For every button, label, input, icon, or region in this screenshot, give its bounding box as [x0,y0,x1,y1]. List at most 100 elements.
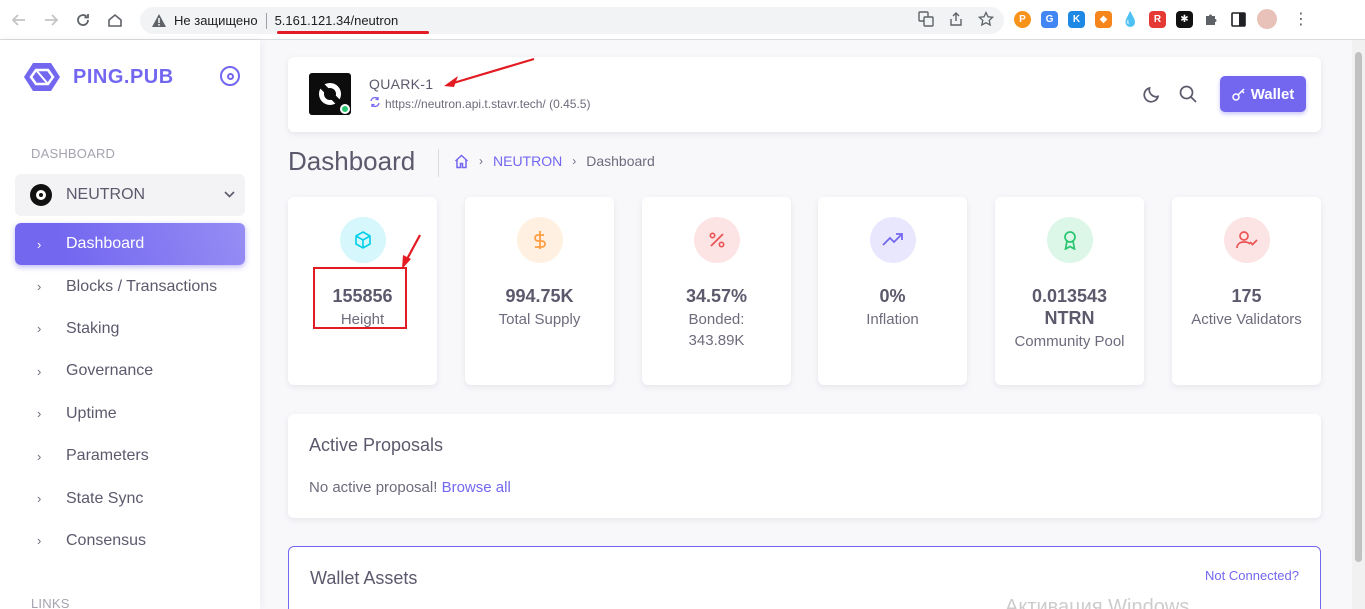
side-panel-icon[interactable] [1230,11,1247,28]
extension-k-icon[interactable]: K [1068,10,1085,28]
sidebar-menu: › Dashboard › Blocks / Transactions › St… [15,223,245,562]
stat-card-bonded: 34.57% Bonded: 343.89K [642,197,791,385]
breadcrumb-current: Dashboard [586,153,655,169]
security-label[interactable]: Не защищено [174,13,258,28]
scrollbar-thumb[interactable] [1355,52,1362,562]
brand[interactable]: PING.PUB [24,62,174,92]
chevron-right-icon: › [37,533,42,549]
sidebar-item-uptime[interactable]: › Uptime [15,393,245,435]
address-bar[interactable]: Не защищено 5.161.121.34/neutron [140,7,1004,34]
chevron-right-icon: › [37,279,42,295]
omnibox-divider [265,12,267,29]
cube-icon [339,217,386,263]
endpoint-text: https://neutron.api.t.stavr.tech/ (0.45.… [385,96,591,111]
stat-label: Community Pool [1014,333,1125,350]
sidebar-toggle-icon[interactable] [220,66,240,86]
sidebar-item-dashboard[interactable]: › Dashboard [15,223,245,266]
dollar-icon [516,217,563,263]
sidebar-item-label: Dashboard [66,235,145,253]
chain-selector-label: NEUTRON [66,186,146,203]
breadcrumb-chain-link[interactable]: NEUTRON [493,153,562,169]
page-title: Dashboard [288,146,416,176]
extension-r-icon[interactable]: R [1149,10,1166,28]
chevron-right-icon: › [37,448,42,464]
extension-p-icon[interactable]: P [1014,10,1031,28]
ping-pub-logo-icon [24,63,60,91]
sidebar-item-label: Parameters [66,447,149,465]
profile-avatar[interactable] [1257,9,1277,29]
wallet-button-label: Wallet [1250,85,1295,103]
section-label-links: LINKS [31,596,70,609]
section-label-dashboard: DASHBOARD [31,146,116,161]
chevron-right-icon: › [37,236,42,252]
neutron-logo-icon [30,184,52,206]
sync-icon [369,96,381,111]
sidebar-item-label: Uptime [66,404,117,422]
warning-icon[interactable] [152,14,166,28]
extension-keplr-icon[interactable]: ✱ [1176,10,1193,28]
endpoint-selector[interactable]: https://neutron.api.t.stavr.tech/ (0.45.… [369,96,590,111]
online-status-dot [340,104,350,114]
trending-up-icon [869,217,916,263]
water-drop-icon[interactable]: 💧 [1122,11,1139,28]
sidebar: PING.PUB DASHBOARD NEUTRON › Dashboard ›… [0,40,260,609]
wallet-button[interactable]: Wallet [1220,76,1306,112]
stat-value: 0% [879,286,906,306]
url-text[interactable]: 5.161.121.34/neutron [275,13,399,28]
moon-icon[interactable] [1142,84,1162,104]
page-scrollbar[interactable] [1352,40,1365,609]
browser-toolbar: Не защищено 5.161.121.34/neutron P G K ◆… [0,0,1365,40]
stat-label: Active Validators [1191,311,1302,328]
user-check-icon [1223,217,1270,263]
card-title: Wallet Assets [310,568,418,588]
reload-button[interactable] [70,7,96,33]
url-annotation-underline [277,31,429,34]
stat-label: Inflation [866,311,919,328]
chevron-right-icon: › [37,491,42,507]
breadcrumb: › NEUTRON › Dashboard [454,153,655,169]
search-icon[interactable] [1178,84,1198,104]
chain-id-title: QUARK-1 [369,76,434,92]
puzzle-icon[interactable] [1203,11,1220,28]
sidebar-item-governance[interactable]: › Governance [15,350,245,392]
award-icon [1046,217,1093,263]
stat-card-active-validators: 175 Active Validators [1172,197,1321,385]
stat-card-community-pool: 0.013543 NTRN Community Pool [995,197,1144,385]
key-icon [1231,88,1245,101]
chain-selector[interactable]: NEUTRON [15,174,245,216]
extension-translate-icon[interactable]: G [1041,10,1058,28]
forward-button[interactable] [38,7,64,33]
sidebar-item-label: State Sync [66,489,144,507]
translate-icon[interactable] [918,11,934,30]
more-menu-icon[interactable]: ⋮ [1293,9,1309,29]
metamask-fox-icon[interactable]: ◆ [1095,10,1112,28]
top-navbar: QUARK-1 https://neutron.api.t.stavr.tech… [288,57,1321,132]
stat-value: 994.75K [505,286,574,306]
chevron-down-icon [224,189,235,201]
not-connected-link[interactable]: Not Connected? [1205,568,1299,583]
chevron-right-icon: › [37,321,42,337]
share-icon[interactable] [948,11,964,30]
title-divider [438,149,439,177]
brand-name: PING.PUB [73,65,174,88]
stat-label: Total Supply [498,311,581,328]
windows-activation-watermark: Активация Windows [1005,596,1190,609]
stat-value: 34.57% [685,286,748,306]
home-button[interactable] [102,7,128,33]
percent-icon [693,217,740,263]
home-icon[interactable] [454,153,469,169]
sidebar-item-consensus[interactable]: › Consensus [15,520,245,562]
empty-text: No active proposal! [309,479,438,496]
sidebar-item-label: Governance [66,362,154,380]
proposals-empty-message: No active proposal! Browse all [309,479,511,496]
bookmark-star-icon[interactable] [977,10,995,30]
browse-all-link[interactable]: Browse all [442,479,511,496]
sidebar-item-label: Staking [66,319,120,337]
stat-value: 175 [1231,286,1262,306]
chevron-right-icon: › [479,154,483,168]
sidebar-item-parameters[interactable]: › Parameters [15,435,245,477]
sidebar-item-blocks-transactions[interactable]: › Blocks / Transactions [15,265,245,307]
sidebar-item-state-sync[interactable]: › State Sync [15,477,245,519]
back-button[interactable] [6,7,32,33]
sidebar-item-staking[interactable]: › Staking [15,308,245,350]
